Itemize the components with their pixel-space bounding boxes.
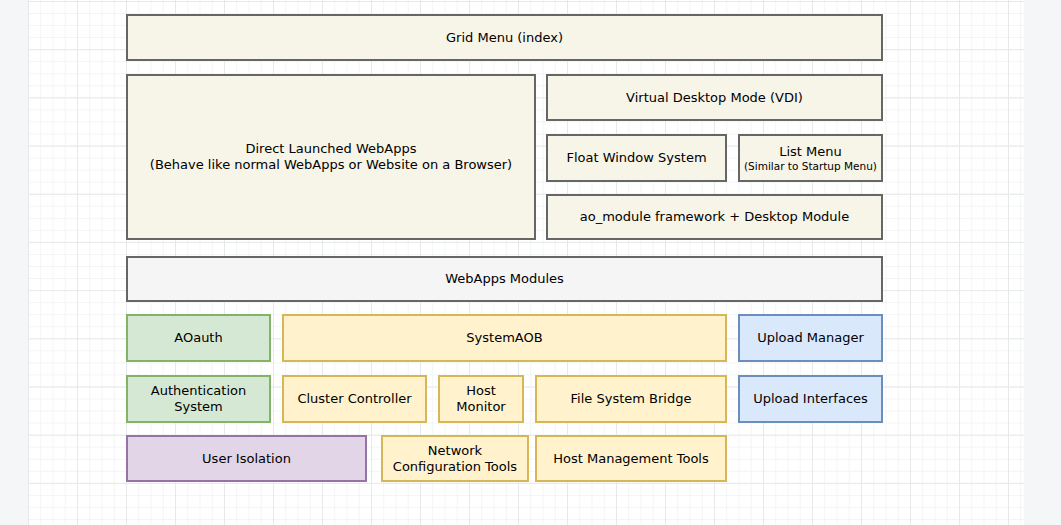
box-host-monitor[interactable]: Host Monitor (438, 375, 524, 423)
box-upload-interfaces-label: Upload Interfaces (753, 391, 868, 407)
box-grid-menu[interactable]: Grid Menu (index) (126, 14, 883, 61)
box-webapps-modules[interactable]: WebApps Modules (126, 256, 883, 302)
box-host-management-tools[interactable]: Host Management Tools (535, 435, 727, 482)
box-network-configuration-tools[interactable]: Network Configuration Tools (381, 435, 529, 482)
box-direct-launched-webapps-label: Direct Launched WebApps (Behave like nor… (150, 141, 512, 173)
box-user-isolation-label: User Isolation (202, 451, 291, 467)
box-network-configuration-tools-label: Network Configuration Tools (393, 443, 517, 475)
box-aoauth-label: AOauth (174, 330, 222, 346)
box-float-window-system-label: Float Window System (566, 150, 706, 166)
box-upload-manager[interactable]: Upload Manager (738, 314, 883, 362)
diagram-canvas[interactable]: Grid Menu (index) Direct Launched WebApp… (0, 0, 1061, 525)
box-list-menu[interactable]: List Menu (Similar to Startup Menu) (738, 134, 883, 182)
box-host-monitor-label: Host Monitor (456, 383, 505, 415)
box-list-menu-sublabel: (Similar to Startup Menu) (744, 160, 877, 173)
box-system-aob-label: SystemAOB (466, 330, 542, 346)
box-user-isolation[interactable]: User Isolation (126, 435, 367, 482)
box-ao-module-framework-label: ao_module framework + Desktop Module (580, 209, 849, 225)
box-grid-menu-label: Grid Menu (index) (446, 30, 563, 46)
box-cluster-controller[interactable]: Cluster Controller (282, 375, 427, 423)
box-list-menu-label: List Menu (779, 144, 842, 160)
box-system-aob[interactable]: SystemAOB (282, 314, 727, 362)
box-file-system-bridge[interactable]: File System Bridge (535, 375, 727, 423)
box-aoauth[interactable]: AOauth (126, 314, 271, 362)
box-file-system-bridge-label: File System Bridge (571, 391, 692, 407)
box-direct-launched-webapps[interactable]: Direct Launched WebApps (Behave like nor… (126, 74, 536, 240)
box-authentication-system-label: Authentication System (151, 383, 246, 415)
box-ao-module-framework[interactable]: ao_module framework + Desktop Module (546, 194, 883, 240)
box-upload-interfaces[interactable]: Upload Interfaces (738, 375, 883, 423)
box-upload-manager-label: Upload Manager (757, 330, 864, 346)
box-webapps-modules-label: WebApps Modules (445, 271, 564, 287)
box-authentication-system[interactable]: Authentication System (126, 375, 271, 423)
box-host-management-tools-label: Host Management Tools (553, 451, 709, 467)
box-virtual-desktop-mode-label: Virtual Desktop Mode (VDI) (626, 90, 803, 106)
box-float-window-system[interactable]: Float Window System (546, 134, 727, 182)
box-virtual-desktop-mode[interactable]: Virtual Desktop Mode (VDI) (546, 74, 883, 121)
box-cluster-controller-label: Cluster Controller (297, 391, 411, 407)
